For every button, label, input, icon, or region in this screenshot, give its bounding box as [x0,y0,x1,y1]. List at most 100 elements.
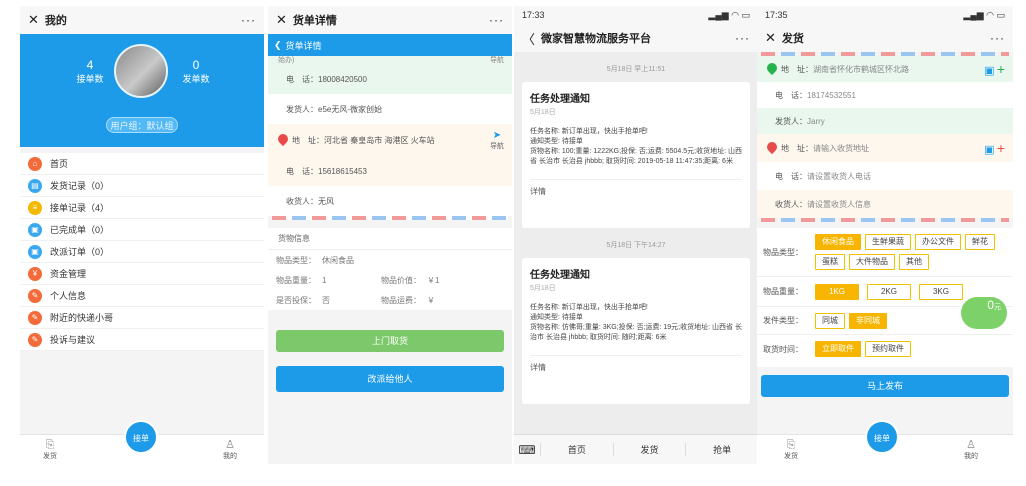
close-icon[interactable]: ✕ [28,12,39,28]
sender-block: 地 址： 湖南省怀化市鹤城区怀北路 ▣ + 电 话： 18174532551 发货人… [757,56,1013,134]
top-bar: ✕ 我的 ··· [20,6,264,34]
reassign-button[interactable]: 改派给他人 [276,366,504,392]
edit-icon: ✎ [28,310,42,325]
avatar[interactable] [114,44,168,98]
chevron-left-icon: ❮ [274,39,282,50]
menu-item[interactable]: ⌂ 首页 [20,153,264,175]
menu-item[interactable]: ¥ 资金管理 [20,263,264,285]
truck-icon: ▤ [28,178,42,193]
contact-card-icon[interactable]: ▣ [984,65,994,77]
option-chip[interactable]: 蛋糕 [815,254,845,270]
option-chip[interactable]: 预约取件 [865,341,911,357]
more-icon[interactable]: ··· [489,13,504,27]
navigate-arrow-icon: ➤ [492,129,502,141]
menu-item[interactable]: ▣ 已完成单（0） [20,219,264,241]
publish-button[interactable]: 马上发布 [761,375,1009,397]
notification-card[interactable]: 任务处理通知 5月18日 任务名称: 新订单出现，快出手抢单吧! 通知类型: 待接单… [522,258,750,404]
menu-home[interactable]: 首页 [540,443,613,456]
location-pin-icon [278,134,288,146]
menu-grab[interactable]: 抢单 [685,443,758,456]
phone-wechat-notifications: 17:33 ▂▄▆ ◠ ▭ 〈 微家智慧物流服务平台 ··· 5月18日 早上1… [514,6,758,464]
page-title: 货单详情 [292,15,337,27]
option-chip[interactable]: 鲜花 [965,234,995,250]
close-icon[interactable]: ✕ [276,12,287,28]
keyboard-icon[interactable]: ⌨ [514,443,540,457]
location-pin-icon [767,63,777,75]
notification-card[interactable]: 任务处理通知 5月18日 任务名称: 新订单出现，快出手抢单吧! 通知类型: 待接单… [522,82,750,228]
detail-link[interactable]: 详情 [530,355,742,373]
tab-mine[interactable]: ♙ 我的 [210,439,250,461]
menu-item[interactable]: ✎ 投诉与建议 [20,329,264,351]
option-chip[interactable]: 休闲食品 [815,234,861,250]
add-icon[interactable]: + [997,61,1005,77]
menu-item-label: 资金管理 [50,269,87,279]
option-chip[interactable]: 同城 [815,312,845,329]
menu-item[interactable]: ✎ 个人信息 [20,285,264,307]
receiver-address: 地 址： 河北省 秦皇岛市 海港区 火车站 ➤ 导航 [268,124,512,156]
receiver-phone: 电 话： 15618615453 [286,166,367,176]
status-bar: 17:35 ▂▄▆ ◠ ▭ [757,6,1013,24]
menu-item-label: 投诉与建议 [50,335,96,345]
option-chip[interactable]: 立即取件 [815,341,861,357]
page-title: 我的 [44,15,67,27]
sender-name[interactable]: 发货人： Jarry [757,108,1013,134]
receiver-name[interactable]: 收货人： 请设置收货人信息 [757,190,1013,218]
phone-my-profile: ✕ 我的 ··· 4 接单数 0 发单数 用户组：默认组 ⌂ 首页 ▤ 发货记录（0）… [20,6,264,464]
menu-item-label: 发货记录（0） [50,181,110,191]
option-chip[interactable]: 生鲜果蔬 [865,234,911,250]
user-icon: ♙ [966,439,976,451]
option-chip[interactable]: 3KG [919,283,963,300]
option-chip[interactable]: 大件物品 [849,254,895,270]
take-order-button[interactable]: 接单 [865,420,899,454]
list-icon: ≡ [28,200,42,215]
more-icon[interactable]: ··· [735,31,750,45]
message-list: 5月18日 早上11:51 任务处理通知 5月18日 任务名称: 新订单出现，快出手抢… [514,52,758,434]
menu-item[interactable]: ▣ 改派订单（0） [20,241,264,263]
more-icon[interactable]: ··· [241,13,256,27]
receiver-block: 地 址： 河北省 秦皇岛市 海港区 火车站 ➤ 导航 电 话： 15618615453… [268,124,512,216]
detail-link[interactable]: 详情 [530,179,742,197]
stat-orders-sent[interactable]: 0 发单数 [166,58,226,85]
type-row: 物品类型： 休闲食品 生鲜果蔬 办公文件 鲜花 蛋糕 大件物品 其他 [757,232,1013,277]
back-bar[interactable]: ❮ 货单详情 [268,34,512,56]
goods-info: 货物信息 物品类型： 休闲食品 物品重量： 1 物品价值： ￥1 是否投保：否物品运费： ￥ [268,228,512,310]
message-timestamp: 5月18日 早上11:51 [606,66,666,73]
tab-bar: ⎘ 发货 接单 ♙ 我的 [20,420,264,464]
menu-item-label: 已完成单（0） [50,225,110,235]
menu-item[interactable]: ✎ 附近的快递小哥 [20,307,264,329]
receiver-address[interactable]: 地 址： 请输入收货地址 ▣ + [757,134,1013,162]
pickup-button[interactable]: 上门取货 [276,330,504,352]
tab-mine[interactable]: ♙ 我的 [951,439,991,461]
receiver-name: 收货人： 无风 [268,186,512,216]
top-bar: ✕ 货单详情 ··· [268,6,512,34]
user-group-badge: 用户组：默认组 [106,117,178,133]
option-chip[interactable]: 其他 [899,254,929,270]
navigate-button[interactable]: ➤ 导航 [490,130,504,151]
option-chip[interactable]: 2KG [867,283,911,300]
option-chip[interactable]: 办公文件 [915,234,961,250]
stat-orders-taken[interactable]: 4 接单数 [60,58,120,85]
sender-phone[interactable]: 电 话： 18174532551 [757,82,1013,108]
menu-ship[interactable]: 发货 [612,443,686,456]
tab-ship[interactable]: ⎘ 发货 [30,439,70,461]
chevron-left-icon[interactable]: 〈 [522,29,535,48]
receiver-phone[interactable]: 电 话： 请设置收货人电话 [757,162,1013,190]
option-chip[interactable]: 1KG [815,283,859,300]
phone-order-detail: ✕ 货单详情 ··· ❮ 货单详情 始办) 导航 电 话： 18008420500… [268,6,512,464]
contact-card-icon[interactable]: ▣ [984,144,994,156]
tab-ship[interactable]: ⎘ 发货 [771,439,811,461]
menu-item-label: 接单记录（4） [50,203,110,213]
sender-phone: 电 话： 18008420500 [286,74,367,84]
add-icon[interactable]: + [997,140,1005,156]
option-chip[interactable]: 非同城 [849,312,887,329]
more-icon[interactable]: ··· [990,31,1005,45]
phone-ship: 17:35 ▂▄▆ ◠ ▭ ✕ 发货 ··· 地 址： 湖南省怀化市鹤城区怀北路 … [757,6,1013,464]
goods-row: 物品重量： 1 物品价值： ￥1 [276,275,440,285]
take-order-button[interactable]: 接单 [124,420,158,454]
close-icon[interactable]: ✕ [765,30,776,46]
sender-address[interactable]: 地 址： 湖南省怀化市鹤城区怀北路 ▣ + [757,56,1013,82]
divider [761,218,1009,222]
menu-item[interactable]: ▤ 发货记录（0） [20,175,264,197]
pick-time-row: 取货时间： 立即取件 预约取件 [757,335,1013,363]
menu-item[interactable]: ≡ 接单记录（4） [20,197,264,219]
